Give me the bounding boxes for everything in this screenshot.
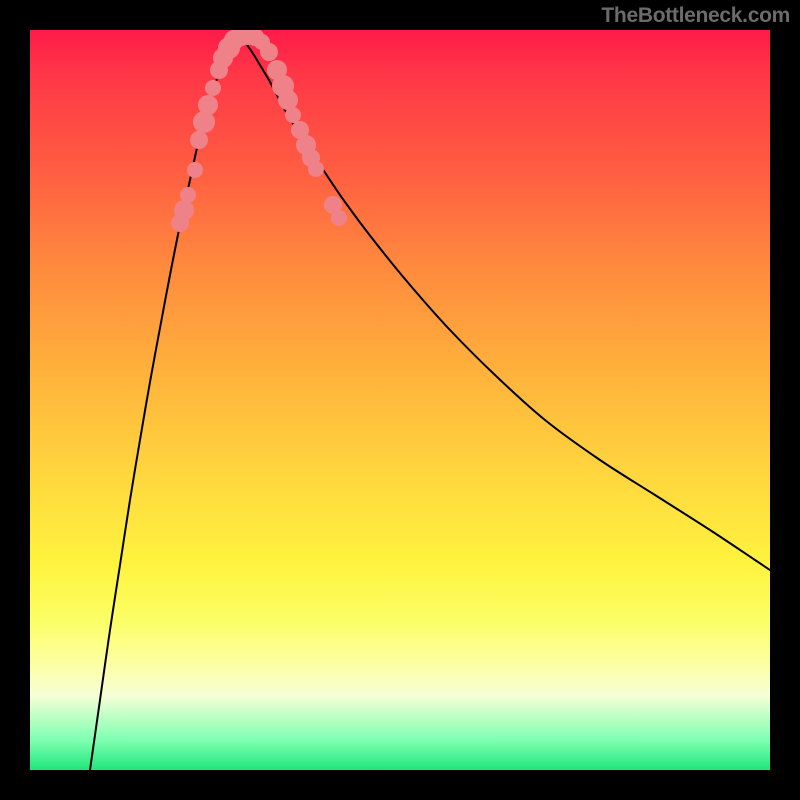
curve-right-curve [240,35,770,570]
data-marker [174,200,194,220]
data-marker [180,187,196,203]
data-marker [260,43,278,61]
curve-left-curve [90,35,240,770]
data-marker [198,95,218,115]
watermark-text: TheBottleneck.com [601,4,790,28]
data-marker [193,111,215,133]
data-marker [190,131,208,149]
data-marker [278,90,298,110]
chart-svg [30,30,770,770]
data-marker [187,162,203,178]
data-marker [331,210,347,226]
data-marker [308,161,324,177]
plot-area [30,30,770,770]
chart-frame: TheBottleneck.com [0,0,800,800]
markers-layer [171,30,347,232]
data-marker [285,107,301,123]
data-marker [205,80,221,96]
